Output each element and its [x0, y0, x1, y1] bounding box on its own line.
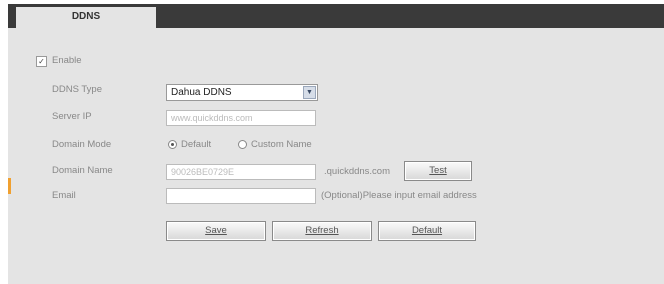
tab-ddns[interactable]: DDNS	[16, 7, 156, 30]
server-ip-field[interactable]: www.quickddns.com	[166, 110, 316, 126]
domain-mode-default-label: Default	[181, 139, 212, 150]
default-button[interactable]: Default	[378, 221, 476, 241]
enable-checkbox[interactable]: ✓	[36, 56, 47, 67]
domain-name-field[interactable]: 90026BE0729E	[166, 164, 316, 180]
ddns-type-label: DDNS Type	[52, 84, 102, 95]
test-button[interactable]: Test	[404, 161, 472, 181]
enable-label: Enable	[52, 55, 82, 66]
side-accent-marker	[8, 178, 11, 194]
chevron-down-icon[interactable]: ▼	[303, 86, 316, 99]
save-button[interactable]: Save	[166, 221, 266, 241]
domain-name-suffix: .quickddns.com	[324, 166, 391, 177]
refresh-button[interactable]: Refresh	[272, 221, 372, 241]
refresh-button-label: Refresh	[305, 225, 339, 236]
domain-mode-label: Domain Mode	[52, 139, 112, 150]
ddns-type-value: Dahua DDNS	[171, 87, 232, 98]
email-field[interactable]	[166, 188, 316, 204]
server-ip-label: Server IP	[52, 111, 92, 122]
domain-name-label: Domain Name	[52, 165, 113, 176]
default-button-label: Default	[411, 225, 443, 236]
domain-mode-custom-label: Custom Name	[251, 139, 312, 150]
test-button-label: Test	[429, 165, 447, 176]
domain-mode-default-radio[interactable]	[168, 140, 177, 149]
ddns-type-select[interactable]: Dahua DDNS ▼	[166, 84, 318, 101]
email-hint: (Optional)Please input email address	[321, 190, 477, 201]
tab-bar: DDNS	[8, 4, 664, 30]
save-button-label: Save	[205, 225, 227, 236]
email-label: Email	[52, 190, 76, 201]
domain-mode-custom-radio[interactable]	[238, 140, 247, 149]
